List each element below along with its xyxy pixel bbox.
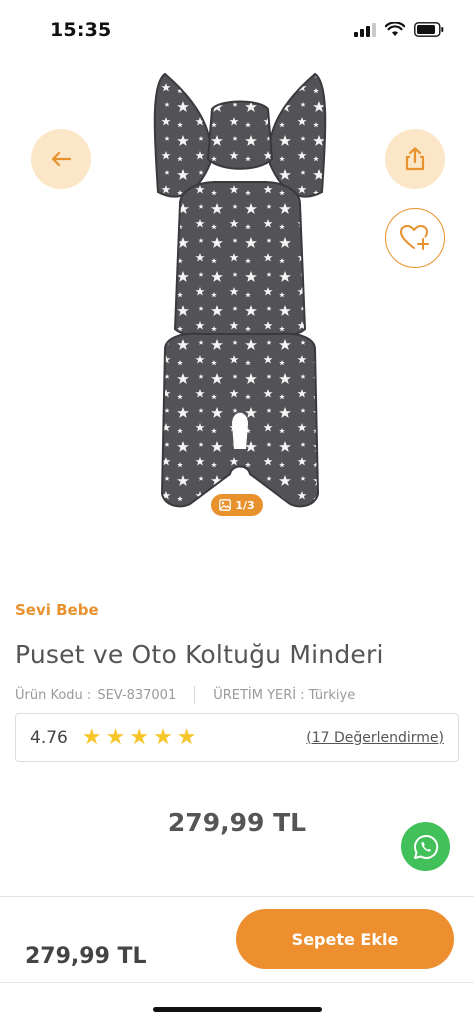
heart-plus-icon — [400, 225, 429, 250]
wifi-icon — [385, 22, 405, 36]
star-icon: ★ — [153, 724, 173, 750]
add-to-cart-button[interactable]: Sepete Ekle — [236, 909, 454, 969]
bottom-divider — [0, 982, 474, 983]
product-code-label: Ürün Kodu : — [15, 687, 92, 703]
reviews-link[interactable]: (17 Değerlendirme) — [306, 730, 444, 746]
status-icons — [354, 22, 444, 37]
whatsapp-icon — [413, 834, 438, 859]
footer-price: 279,99 TL — [25, 944, 147, 969]
brand-name[interactable]: Sevi Bebe — [15, 601, 99, 619]
add-to-favorites-button[interactable] — [385, 208, 445, 268]
rating-value: 4.76 — [30, 727, 68, 748]
battery-icon — [414, 22, 444, 37]
image-icon — [219, 499, 232, 511]
signal-icon — [354, 22, 376, 37]
share-button[interactable] — [385, 129, 445, 189]
footer-divider — [0, 896, 474, 897]
status-time: 15:35 — [50, 19, 112, 41]
product-meta: Ürün Kodu : SEV-837001 ÜRETİM YERİ : Tür… — [15, 686, 355, 704]
back-button[interactable] — [31, 129, 91, 189]
product-image — [153, 72, 327, 508]
share-icon — [405, 147, 425, 171]
whatsapp-button[interactable] — [401, 822, 450, 871]
star-icon: ★ — [129, 724, 150, 750]
star-icon: ★ — [105, 724, 126, 750]
origin-label: ÜRETİM YERİ : — [213, 687, 305, 703]
rating-summary: 4.76 ★ ★ ★ ★ ★ (17 Değerlendirme) — [15, 713, 459, 762]
product-title: Puset ve Oto Koltuğu Minderi — [15, 640, 384, 669]
status-bar: 15:35 — [0, 0, 474, 56]
rating-stars: ★ ★ ★ ★ ★ — [81, 724, 197, 750]
product-gallery[interactable] — [0, 56, 474, 526]
star-icon: ★ — [81, 724, 102, 750]
product-code-value: SEV-837001 — [97, 687, 177, 703]
origin-value: Türkiye — [308, 687, 356, 703]
arrow-left-icon — [51, 151, 72, 167]
page-indicator-text: 1/3 — [235, 498, 255, 512]
home-indicator — [153, 1007, 322, 1012]
product-price: 279,99 TL — [167, 808, 307, 837]
star-icon: ★ — [176, 724, 197, 750]
gallery-page-indicator: 1/3 — [211, 494, 263, 516]
meta-divider — [194, 686, 196, 704]
